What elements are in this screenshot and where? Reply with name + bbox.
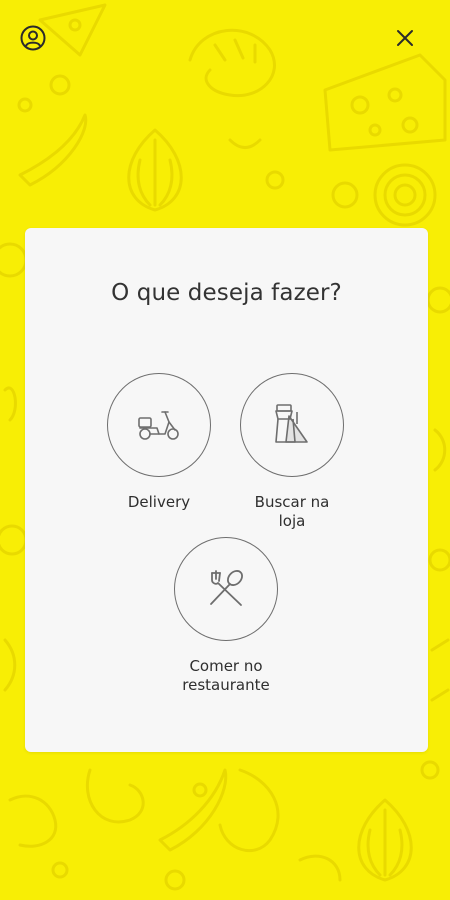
pickup-label: Buscar na loja [254, 493, 330, 530]
dialog-title: O que deseja fazer? [111, 280, 342, 306]
dine-in-option-circle[interactable] [174, 537, 278, 641]
scooter-icon [138, 411, 179, 440]
profile-button[interactable] [17, 22, 49, 54]
pickup-option[interactable]: Buscar na loja [217, 373, 367, 531]
delivery-option-circle[interactable] [107, 373, 211, 477]
dine-in-label: Comer no restaurante [182, 657, 270, 694]
pickup-option-circle[interactable] [240, 373, 344, 477]
order-type-screen: O que deseja fazer? Delivery Buscar na l… [0, 0, 450, 900]
delivery-label: Delivery [127, 493, 191, 511]
delivery-option[interactable]: Delivery [84, 373, 234, 512]
fork-spoon-icon [210, 570, 243, 606]
takeaway-bags-icon [275, 404, 308, 443]
order-type-dialog: O que deseja fazer? Delivery Buscar na l… [25, 228, 428, 752]
close-icon [397, 30, 413, 46]
user-circle-icon [20, 25, 46, 51]
dine-in-option[interactable]: Comer no restaurante [151, 537, 301, 695]
close-button[interactable] [389, 22, 421, 54]
